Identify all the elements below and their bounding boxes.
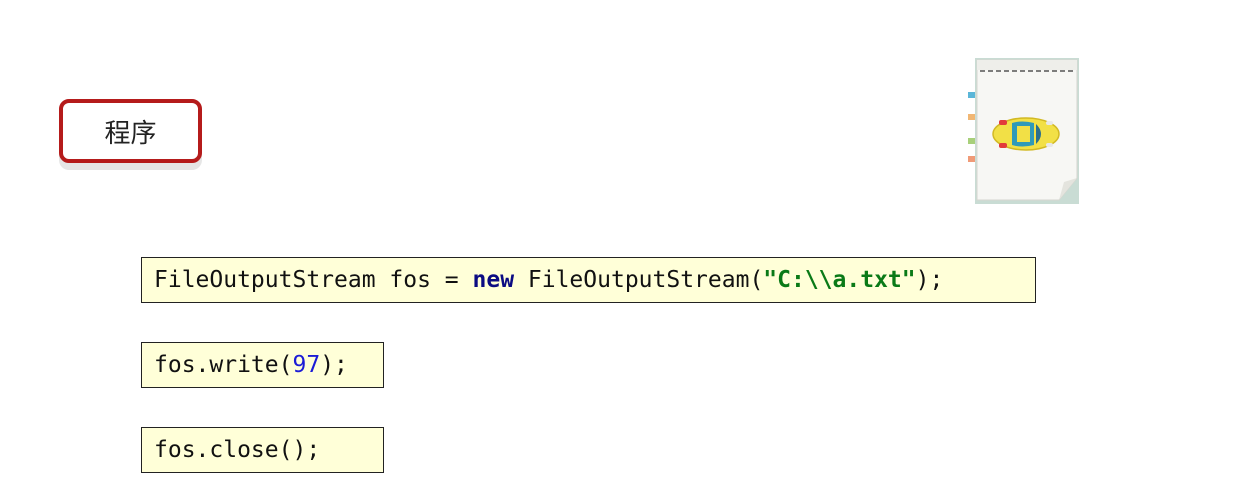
program-label-text: 程序 [104,118,157,149]
code-text: ); [320,352,348,378]
code-string-path: "C:\\a.txt" [763,267,916,293]
code-line-stream-declaration: FileOutputStream fos = new FileOutputStr… [141,257,1036,303]
code-line-close: fos.close(); [141,427,384,473]
code-keyword-new: new [472,267,515,293]
code-text: fos.write( [154,352,293,378]
code-text: FileOutputStream( [514,267,764,293]
code-text: FileOutputStream fos = [154,267,473,293]
code-text: ); [915,267,944,293]
diagram-canvas: 程序 FileOutputStream fos = new FileOutput… [0,0,1239,499]
notebook-with-car-icon [968,58,1079,204]
code-text: fos.close(); [154,437,321,463]
code-line-write: fos.write(97); [141,342,384,388]
code-number-literal: 97 [292,352,321,378]
program-label: 程序 [59,99,202,163]
